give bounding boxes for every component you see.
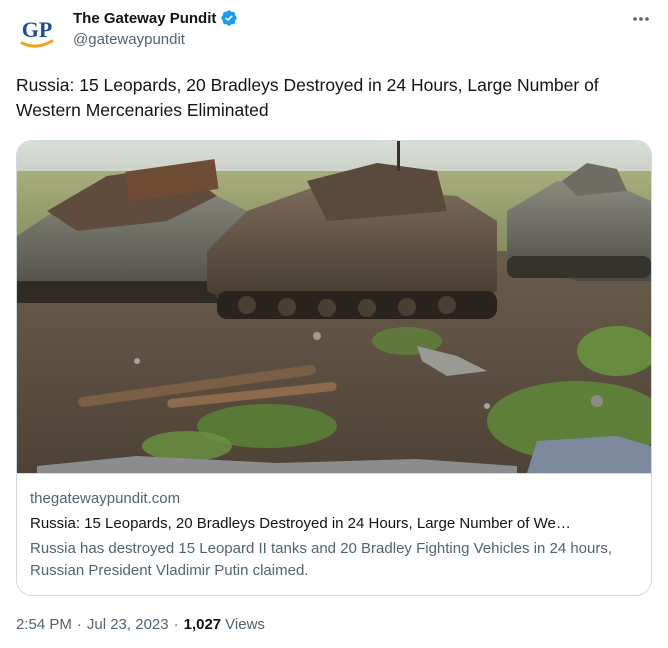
tweet-text: Russia: 15 Leopards, 20 Bradleys Destroy… [16,75,599,120]
avatar-text: GP [22,17,53,42]
card-image[interactable] [17,141,651,473]
tweet-meta: 2:54 PM · Jul 23, 2023 · 1,027 Views [16,616,265,633]
avatar[interactable]: GP [16,12,58,54]
gateway-pundit-logo: GP [20,17,54,48]
tweet: GP The Gateway Pundit @gatewaypundit Rus… [0,0,668,648]
handle[interactable]: @gatewaypundit [73,31,238,48]
card-body: thegatewaypundit.com Russia: 15 Leopards… [17,473,651,595]
verified-badge-icon[interactable] [220,9,238,27]
meta-separator: · [173,616,179,633]
tweet-time[interactable]: 2:54 PM [16,616,72,633]
card-description: Russia has destroyed 15 Leopard II tanks… [30,540,613,579]
views-label: Views [225,616,265,633]
link-card[interactable]: thegatewaypundit.com Russia: 15 Leopards… [16,140,652,596]
card-domain: thegatewaypundit.com [30,490,181,507]
tweet-date[interactable]: Jul 23, 2023 [87,616,169,633]
name-row: The Gateway Pundit [73,8,238,28]
more-dots-icon [633,17,649,21]
card-title: Russia: 15 Leopards, 20 Bradleys Destroy… [30,515,571,532]
more-button[interactable] [630,10,652,28]
views-count: 1,027 [183,616,222,633]
author-block: The Gateway Pundit @gatewaypundit [73,8,238,48]
display-name[interactable]: The Gateway Pundit [73,10,216,27]
meta-separator: · [76,616,82,633]
